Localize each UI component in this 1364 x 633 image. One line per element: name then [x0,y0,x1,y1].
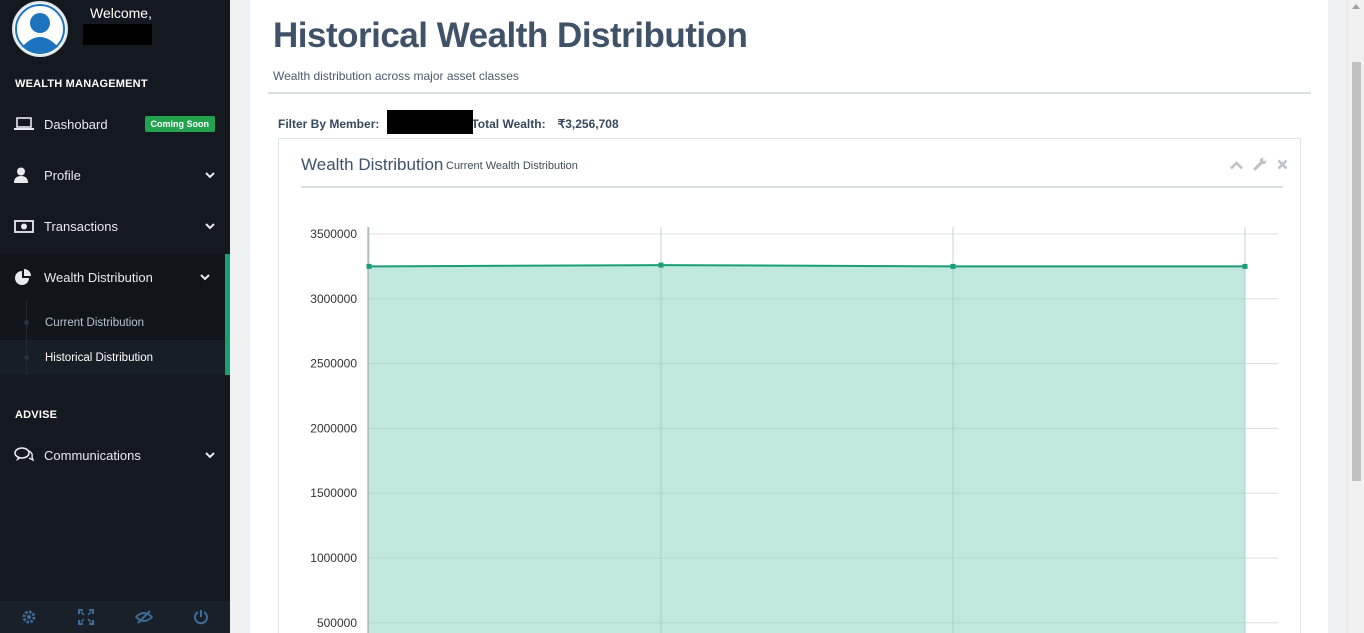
y-tick-label: 2000000 [310,421,357,435]
section-heading-advise: ADVISE [15,409,58,421]
collapse-icon[interactable] [1230,157,1243,176]
pie-chart-icon [0,268,44,286]
page-title: Historical Wealth Distribution [273,16,748,55]
wealth-area-chart: 500000 1000000 1500000 2000000 2500000 300000… [310,227,1278,633]
submenu-dot [24,320,29,325]
redacted-username [83,24,152,45]
series-area [369,265,1245,633]
coming-soon-badge: Coming Soon [144,116,215,132]
fullscreen-icon[interactable] [58,601,116,633]
filter-row: Filter By Member: Total Wealth: ₹3,256,7… [278,110,619,134]
chevron-down-icon [190,222,230,230]
section-heading-wealth: WEALTH MANAGEMENT [15,78,148,90]
scroll-thumb[interactable] [1352,62,1361,481]
wealth-distribution-widget: Wealth Distribution Current Wealth Distr… [278,138,1301,633]
sidebar-subitem-historical-distribution[interactable]: Historical Distribution [0,340,225,375]
data-point [658,262,664,268]
main-content: Historical Wealth Distribution Wealth di… [250,0,1328,633]
sidebar-subitem-label: Historical Distribution [45,351,154,364]
submenu-connector-line [26,300,27,375]
widget-toolbar [1230,157,1288,176]
sidebar-item-dashboard[interactable]: Dashobard Coming Soon [0,101,230,147]
widget-title: Wealth Distribution [301,155,444,174]
page-subtitle: Wealth distribution across major asset c… [273,69,519,83]
sidebar-item-label: Transactions [44,218,118,234]
sidebar-subitem-current-distribution[interactable]: Current Distribution [0,305,225,340]
data-point [366,263,372,269]
user-avatar-icon [14,3,66,55]
filter-member-label: Filter By Member: [278,117,380,131]
laptop-icon [0,117,44,131]
title-divider [268,92,1311,94]
total-wealth-label: Total Wealth: [471,117,546,131]
y-tick-label: 1500000 [310,486,357,500]
sidebar-item-label: Profile [44,167,81,183]
vertical-scrollbar[interactable] [1347,0,1364,633]
user-avatar[interactable] [12,1,68,57]
chevron-down-icon [185,273,225,281]
scroll-up-arrow-icon[interactable] [1352,4,1360,9]
welcome-text: Welcome, [90,5,152,21]
sidebar-item-transactions[interactable]: Transactions [0,203,230,249]
y-tick-label: 2500000 [310,357,357,371]
wealth-distribution-submenu: Current Distribution Historical Distribu… [0,300,230,375]
sidebar-item-label: Dashobard [44,116,108,132]
sidebar-item-profile[interactable]: Profile [0,152,230,198]
power-icon[interactable] [173,601,231,633]
user-icon [0,167,44,183]
sidebar-item-wealth-distribution[interactable]: Wealth Distribution [0,254,230,300]
sidebar-item-label: Communications [44,447,141,463]
data-point [1242,263,1248,269]
sidebar: Welcome, WEALTH MANAGEMENT Dashobard Com… [0,0,230,633]
y-tick-label: 3500000 [310,227,357,241]
widget-subtitle: Current Wealth Distribution [446,160,578,172]
close-icon[interactable] [1277,157,1288,176]
sidebar-item-communications[interactable]: Communications [0,432,230,478]
comments-icon [0,447,44,463]
settings-icon[interactable] [0,601,58,633]
chevron-down-icon [190,451,230,459]
y-tick-label: 500000 [317,616,357,630]
widget-divider [301,186,1283,188]
total-wealth-value: ₹3,256,708 [557,117,619,131]
wrench-icon[interactable] [1253,157,1267,176]
member-select[interactable] [387,110,474,134]
money-icon [0,219,44,233]
y-tick-label: 1000000 [310,551,357,565]
sidebar-subitem-label: Current Distribution [45,316,145,329]
chevron-down-icon [190,171,230,179]
data-point [950,263,956,269]
series-line [368,264,1245,268]
sidebar-footer [0,601,230,633]
submenu-dot [24,355,29,360]
sidebar-item-label: Wealth Distribution [44,269,153,285]
y-tick-label: 3000000 [310,292,357,306]
hide-icon[interactable] [115,601,173,633]
